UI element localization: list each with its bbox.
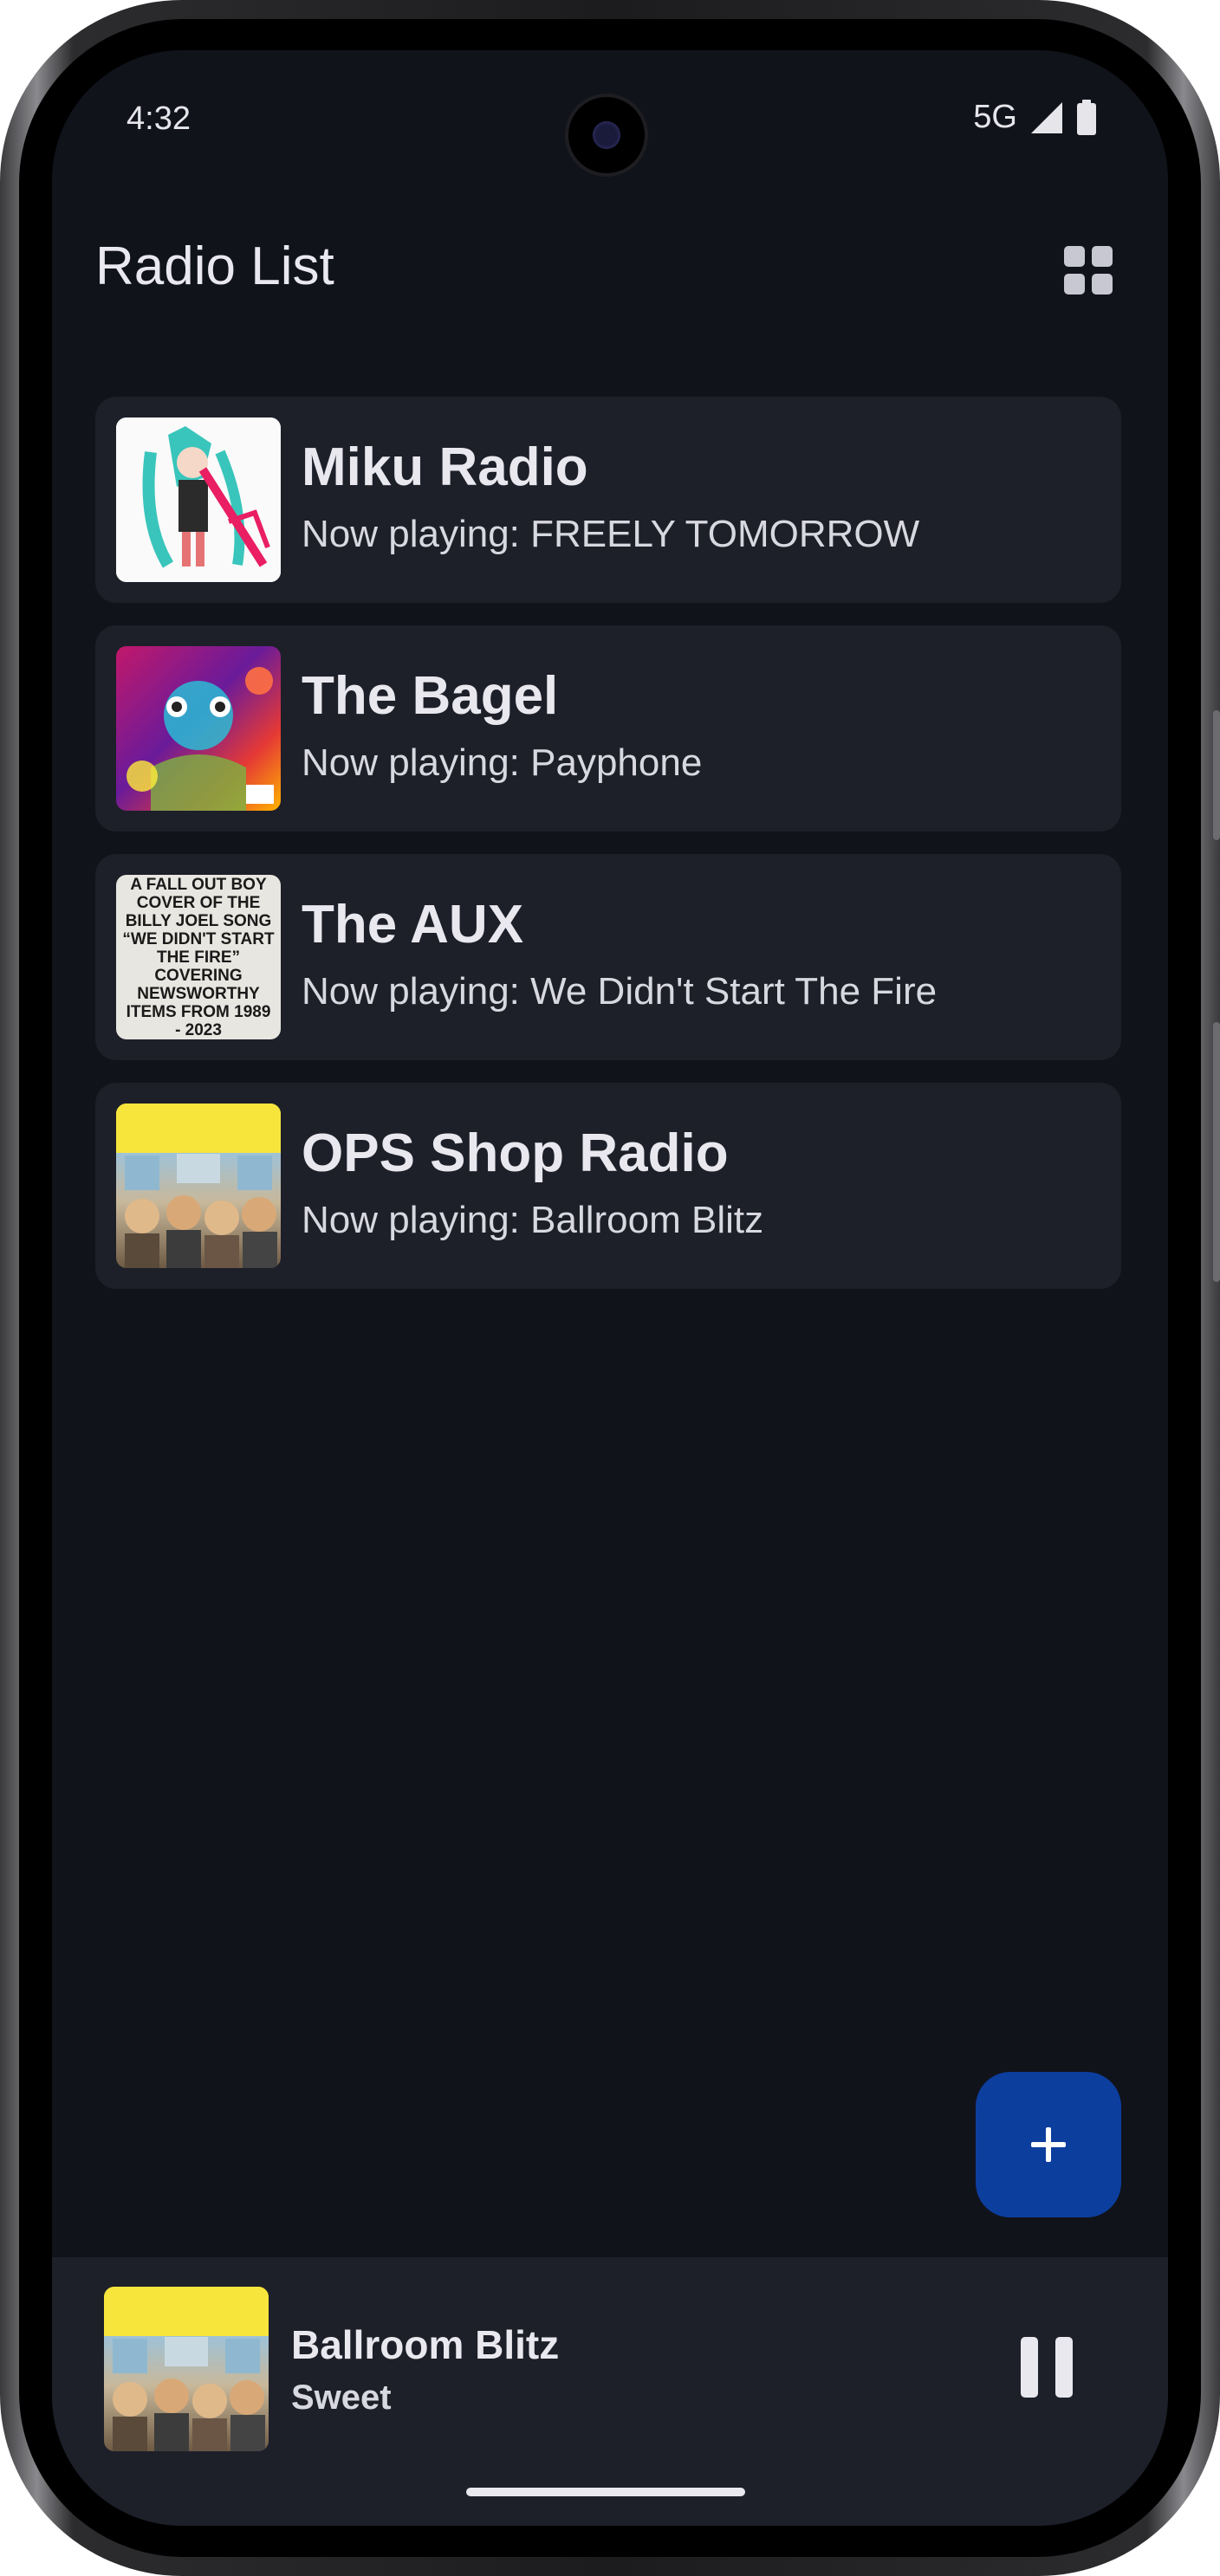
overexposed-album-art <box>116 646 281 811</box>
station-now-playing: Now playing: Ballroom Blitz <box>302 1199 764 1241</box>
page-title: Radio List <box>95 236 334 296</box>
station-card[interactable]: OPS Shop Radio Now playing: Ballroom Bli… <box>95 1083 1121 1289</box>
station-name: Miku Radio <box>302 437 588 497</box>
status-time: 4:32 <box>127 100 191 137</box>
station-name: The AUX <box>302 895 524 955</box>
station-card[interactable]: The Bagel Now playing: Payphone <box>95 625 1121 832</box>
pause-icon[interactable] <box>1017 2337 1078 2403</box>
station-card[interactable]: A FALL OUT BOY COVER OF THE BILLY JOEL S… <box>95 854 1121 1060</box>
front-camera <box>565 94 648 177</box>
sweet-album-art <box>116 1104 281 1268</box>
station-name: OPS Shop Radio <box>302 1123 729 1183</box>
mini-player[interactable]: Ballroom Blitz Sweet <box>52 2257 1168 2526</box>
now-playing-title: Ballroom Blitz <box>291 2322 560 2367</box>
now-playing-artist: Sweet <box>291 2379 392 2417</box>
network-label: 5G <box>973 99 1017 135</box>
power-button <box>1213 1022 1220 1282</box>
station-now-playing: Now playing: We Didn't Start The Fire <box>302 970 938 1013</box>
add-station-button[interactable] <box>976 2072 1121 2217</box>
cover-art-text: A FALL OUT BOY COVER OF THE BILLY JOEL S… <box>122 875 275 1039</box>
signal-icon <box>1031 101 1062 133</box>
station-name: The Bagel <box>302 666 559 726</box>
battery-icon <box>1077 99 1096 135</box>
grid-view-icon[interactable] <box>1061 243 1116 298</box>
station-list: Miku Radio Now playing: FREELY TOMORROW … <box>95 397 1121 1311</box>
plus-icon <box>1031 2127 1066 2162</box>
station-now-playing: Now playing: FREELY TOMORROW <box>302 513 920 555</box>
status-indicators: 5G <box>973 99 1097 136</box>
now-playing-album-art <box>104 2287 269 2451</box>
volume-button <box>1213 710 1220 840</box>
app-screen: 4:32 5G Radio List Miku Radio Now playin… <box>52 50 1168 2526</box>
fall-out-boy-cover-art: A FALL OUT BOY COVER OF THE BILLY JOEL S… <box>116 875 281 1039</box>
home-indicator[interactable] <box>466 2488 745 2496</box>
miku-album-art <box>116 417 281 582</box>
station-now-playing: Now playing: Payphone <box>302 741 703 784</box>
station-card[interactable]: Miku Radio Now playing: FREELY TOMORROW <box>95 397 1121 603</box>
